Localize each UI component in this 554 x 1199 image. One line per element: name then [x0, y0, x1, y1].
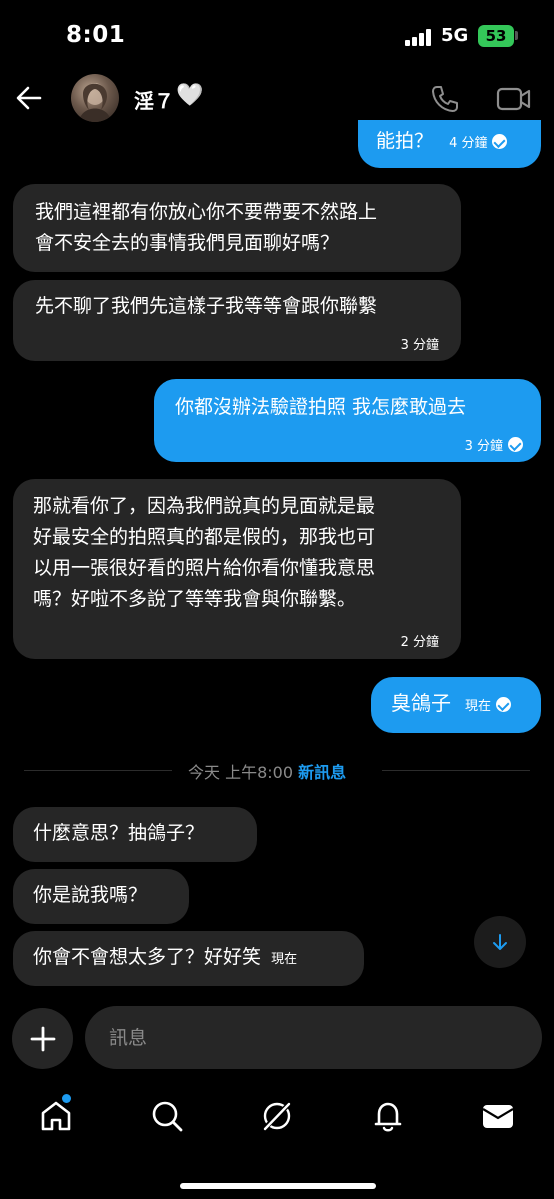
message-incoming[interactable]: 你會不會想太多了？好好笑 現在: [13, 931, 364, 986]
message-line: 以用一張很好看的照片給你看你懂我意思: [33, 557, 376, 579]
home-icon[interactable]: [38, 1098, 74, 1134]
message-time: 現在: [271, 952, 298, 967]
message-input[interactable]: [85, 1006, 542, 1069]
read-check-icon: [508, 437, 523, 452]
message-time: 2 分鐘: [400, 635, 439, 650]
message-line: 嗎？好啦不多說了等等我會與你聯繫。: [33, 588, 357, 610]
avatar[interactable]: [71, 74, 119, 122]
phone-icon[interactable]: [430, 84, 460, 114]
arrow-down-icon: [493, 934, 507, 950]
battery-level: 53: [485, 27, 507, 45]
grok-icon[interactable]: [259, 1098, 295, 1134]
new-messages-divider: 今天 上午8:00 新訊息: [188, 759, 346, 783]
contact-name[interactable]: 淫７: [134, 85, 174, 114]
message-outgoing[interactable]: 你都沒辦法驗證拍照 我怎麼敢過去 3 分鐘: [154, 379, 541, 462]
message-outgoing[interactable]: 臭鴿子 現在: [371, 677, 541, 733]
notification-dot: [62, 1094, 71, 1103]
message-line: 會不安全去的事情我們見面聊好嗎？: [35, 232, 340, 254]
message-text: 能拍？: [376, 130, 434, 152]
read-check-icon: [496, 697, 512, 712]
message-incoming[interactable]: 我們這裡都有你放心你不要帶要不然路上 會不安全去的事情我們見面聊好嗎？: [13, 184, 461, 272]
search-icon[interactable]: [149, 1098, 185, 1134]
message-line: 那就看你了，因為我們說真的見面就是最: [33, 495, 376, 517]
message-incoming[interactable]: 你是說我嗎？: [13, 869, 189, 924]
bell-icon[interactable]: [370, 1098, 406, 1134]
message-text: 什麼意思？抽鴿子？: [33, 822, 205, 844]
heart-icon: 🤍: [176, 83, 204, 108]
divider-time: 今天 上午8:00: [188, 763, 294, 782]
video-icon[interactable]: [496, 84, 532, 114]
divider-label: 新訊息: [298, 763, 347, 782]
plus-icon: [30, 1026, 55, 1051]
battery-cap: [515, 31, 518, 40]
add-attachment-button[interactable]: [12, 1008, 73, 1069]
home-indicator: [180, 1183, 376, 1189]
message-time: 4 分鐘: [449, 136, 488, 151]
message-line: 好最安全的拍照真的都是假的，那我也可: [33, 526, 376, 548]
message-incoming[interactable]: 什麼意思？抽鴿子？: [13, 807, 257, 862]
message-time: 3 分鐘: [400, 338, 439, 353]
message-text: 你會不會想太多了？好好笑: [33, 946, 262, 968]
message-line: 先不聊了我們先這樣子我等等會跟你聯繫: [35, 295, 378, 317]
battery-icon: 53: [478, 25, 514, 47]
message-text: 你都沒辦法驗證拍照 我怎麼敢過去: [175, 396, 467, 418]
message-incoming[interactable]: 那就看你了，因為我們說真的見面就是最 好最安全的拍照真的都是假的，那我也可 以用…: [13, 479, 461, 659]
divider-line: [24, 770, 172, 771]
message-line: 我們這裡都有你放心你不要帶要不然路上: [35, 201, 378, 223]
back-arrow-icon[interactable]: [14, 84, 44, 112]
scroll-to-bottom-button[interactable]: [474, 916, 526, 968]
status-time: 8:01: [66, 22, 126, 48]
read-check-icon: [492, 134, 508, 149]
cellular-signal-icon: [405, 28, 433, 46]
message-incoming[interactable]: 先不聊了我們先這樣子我等等會跟你聯繫 3 分鐘: [13, 280, 461, 361]
message-time: 3 分鐘: [464, 439, 503, 454]
divider-line: [382, 770, 530, 771]
message-text: 臭鴿子: [391, 691, 451, 715]
message-outgoing[interactable]: 能拍？ 4 分鐘: [358, 120, 541, 168]
network-type: 5G: [441, 25, 469, 46]
message-time: 現在: [465, 699, 492, 714]
mail-icon[interactable]: [480, 1098, 516, 1134]
message-text: 你是說我嗎？: [33, 884, 148, 906]
